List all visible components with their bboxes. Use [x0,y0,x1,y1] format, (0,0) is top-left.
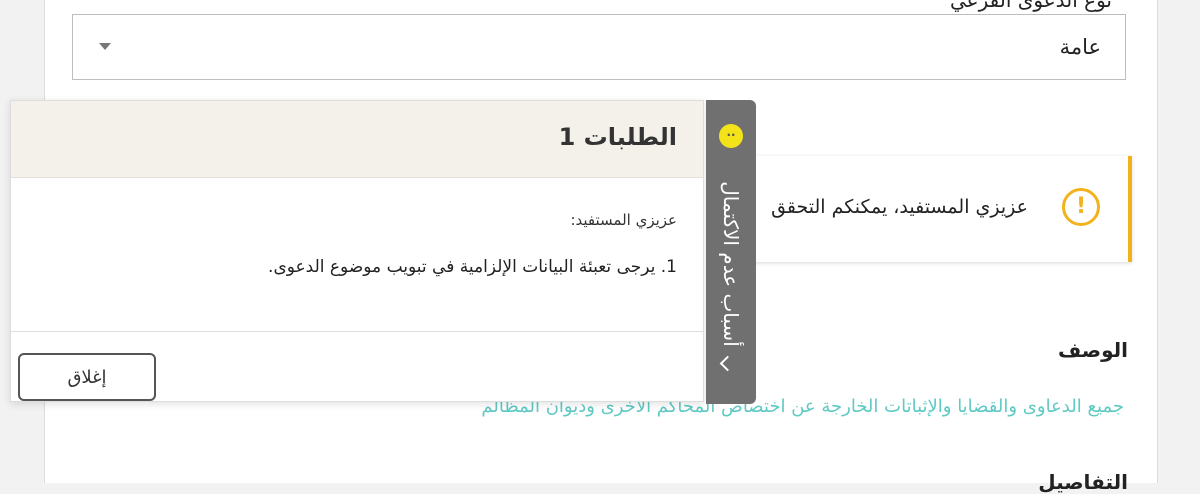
status-dot-icon: ·· [719,124,743,148]
chevron-down-icon [99,43,111,50]
panel-greeting: عزيزي المستفيد: [570,211,677,229]
description-label: الوصف [1057,338,1128,362]
panel-header: الطلبات 1 [11,101,703,178]
panel-body: عزيزي المستفيد: 1. يرجى تعبئة البيانات ا… [11,177,703,332]
panel-message: 1. يرجى تعبئة البيانات الإلزامية في تبوي… [268,257,677,277]
info-alert: ! عزيزي المستفيد، يمكنكم التحقق [740,156,1132,262]
chevron-icon [719,355,736,372]
requests-panel: الطلبات 1 عزيزي المستفيد: 1. يرجى تعبئة … [10,100,704,402]
select-value: عامة [1059,35,1101,59]
incomplete-reasons-tab[interactable]: ·· أسباب عدم الاكتمال [706,100,756,404]
alert-text: عزيزي المستفيد، يمكنكم التحقق [771,196,1028,218]
warning-icon: ! [1062,188,1100,226]
subtype-select[interactable]: عامة [72,14,1126,80]
close-button[interactable]: إغلاق [18,353,156,401]
tab-label: أسباب عدم الاكتمال [719,181,743,347]
subtype-label: نوع الدعوى الفرعي [949,0,1112,12]
details-label: التفاصيل [1038,470,1128,494]
panel-title: الطلبات 1 [558,123,677,151]
